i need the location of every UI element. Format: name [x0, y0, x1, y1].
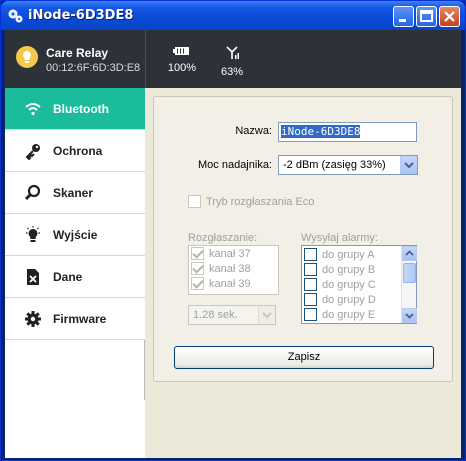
scroll-thumb[interactable]	[403, 263, 416, 283]
channel-label: kanał 39	[209, 277, 251, 290]
device-mac: 00:12:6F:6D:3D:E8	[46, 62, 141, 74]
battery-icon	[173, 47, 189, 55]
header-divider	[145, 30, 146, 88]
sidebar-item-label: Ochrona	[53, 143, 103, 158]
channel-checkbox[interactable]	[191, 262, 204, 275]
magnifier-icon	[23, 183, 43, 203]
sidebar: Bluetooth Ochrona Skaner Wyjście Dane Fi…	[5, 88, 145, 400]
channel-label: kanał 37	[209, 247, 251, 260]
alarm-groups-list[interactable]: do grupy A do grupy B do grupy C do grup…	[301, 245, 417, 324]
device-name: Care Relay	[46, 46, 109, 60]
channel-checkbox[interactable]	[191, 247, 204, 260]
scroll-down-button[interactable]	[402, 308, 417, 323]
file-delete-icon	[23, 267, 43, 287]
bulb-icon	[16, 46, 38, 68]
name-label: Nazwa:	[235, 125, 272, 137]
broadcast-title: Rozgłaszanie:	[188, 232, 258, 244]
interval-select[interactable]: 1.28 sek.	[188, 305, 276, 325]
group-label: do grupy A	[322, 248, 375, 261]
sidebar-item-firmware[interactable]: Firmware	[5, 298, 145, 340]
signal-value: 63%	[220, 66, 244, 78]
name-value: iNode-6D3DE8	[281, 125, 361, 138]
bulb-icon	[23, 225, 43, 245]
channel-label: kanał 38	[209, 262, 251, 275]
sidebar-item-label: Bluetooth	[53, 101, 109, 116]
minimize-icon	[399, 19, 406, 22]
sidebar-item-label: Wyjście	[53, 227, 98, 242]
group-label: do grupy C	[322, 278, 376, 291]
gear-icon	[23, 309, 43, 329]
sidebar-item-label: Skaner	[53, 185, 94, 200]
settings-content: Nazwa: iNode-6D3DE8 Moc nadajnika: -2 dB…	[145, 88, 461, 458]
chevron-up-icon	[405, 250, 414, 256]
eco-checkbox-box[interactable]	[188, 195, 201, 208]
alarms-title: Wysyłaj alarmy:	[301, 232, 378, 244]
sidebar-item-label: Firmware	[53, 311, 107, 326]
scroll-up-button[interactable]	[402, 246, 417, 261]
close-icon	[444, 11, 455, 22]
app-window: iNode-6D3DE8 Care Relay 00:12:6F:6D:3D:E…	[0, 0, 466, 461]
sidebar-item-ochrona[interactable]: Ochrona	[5, 130, 145, 172]
key-icon	[23, 141, 43, 161]
bluetooth-settings-panel: Nazwa: iNode-6D3DE8 Moc nadajnika: -2 dB…	[153, 96, 453, 382]
chevron-down-icon[interactable]	[400, 156, 417, 174]
sidebar-item-wyjscie[interactable]: Wyjście	[5, 214, 145, 256]
maximize-button[interactable]	[416, 6, 437, 27]
client-area: Care Relay 00:12:6F:6D:3D:E8 100% 63% Bl…	[5, 30, 461, 458]
sidebar-item-skaner[interactable]: Skaner	[5, 172, 145, 214]
app-gear-icon	[8, 9, 23, 23]
list-item[interactable]: kanał 39	[189, 276, 278, 291]
sidebar-item-bluetooth[interactable]: Bluetooth	[5, 88, 145, 130]
list-item[interactable]: do grupy D	[302, 292, 416, 307]
chevron-down-icon[interactable]	[258, 306, 275, 324]
signal-stat: 63%	[219, 46, 245, 78]
power-label: Moc nadajnika:	[198, 159, 272, 171]
channel-checkbox[interactable]	[191, 277, 204, 290]
eco-mode-checkbox[interactable]: Tryb rozgłaszania Eco	[188, 195, 314, 208]
channels-list: kanał 37 kanał 38 kanał 39	[188, 245, 279, 295]
sidebar-item-label: Dane	[53, 269, 83, 284]
title-bar[interactable]: iNode-6D3DE8	[1, 1, 465, 30]
list-item[interactable]: do grupy B	[302, 262, 416, 277]
window-title: iNode-6D3DE8	[28, 8, 134, 23]
group-label: do grupy D	[322, 293, 376, 306]
group-checkbox[interactable]	[304, 278, 317, 291]
groups-scrollbar[interactable]	[401, 246, 417, 323]
list-item[interactable]: do grupy C	[302, 277, 416, 292]
group-label: do grupy E	[322, 308, 376, 321]
group-checkbox[interactable]	[304, 263, 317, 276]
list-item[interactable]: kanał 37	[189, 246, 278, 261]
minimize-button[interactable]	[393, 6, 414, 27]
battery-value: 100%	[167, 62, 197, 74]
power-select[interactable]: -2 dBm (zasięg 33%)	[278, 155, 418, 175]
signal-antenna-icon	[226, 46, 239, 59]
list-item[interactable]: do grupy E	[302, 307, 416, 322]
group-checkbox[interactable]	[304, 248, 317, 261]
group-checkbox[interactable]	[304, 293, 317, 306]
device-header: Care Relay 00:12:6F:6D:3D:E8 100% 63%	[5, 30, 461, 88]
list-item[interactable]: do grupy A	[302, 247, 416, 262]
battery-stat: 100%	[167, 46, 197, 74]
group-checkbox[interactable]	[304, 308, 317, 321]
sidebar-item-dane[interactable]: Dane	[5, 256, 145, 298]
name-field[interactable]: iNode-6D3DE8	[278, 122, 417, 142]
close-button[interactable]	[439, 6, 460, 27]
list-item[interactable]: kanał 38	[189, 261, 278, 276]
power-value: -2 dBm (zasięg 33%)	[283, 159, 386, 171]
group-label: do grupy B	[322, 263, 376, 276]
eco-label: Tryb rozgłaszania Eco	[206, 195, 315, 208]
save-button[interactable]: Zapisz	[174, 346, 434, 369]
chevron-down-icon	[405, 313, 414, 319]
wifi-icon	[23, 99, 43, 119]
interval-value: 1.28 sek.	[193, 309, 238, 321]
maximize-icon	[420, 10, 433, 22]
